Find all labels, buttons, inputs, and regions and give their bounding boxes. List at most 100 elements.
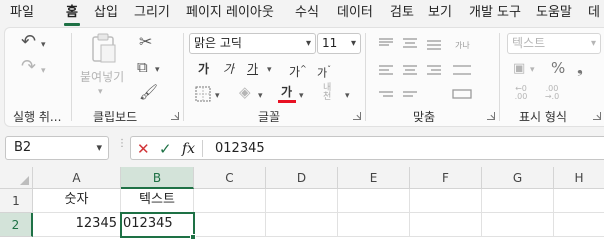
borders-icon[interactable]	[195, 86, 211, 102]
number-launcher-icon[interactable]	[593, 112, 601, 120]
decrease-font-glyph: 가	[317, 66, 328, 80]
cell-a1[interactable]: 숫자	[33, 189, 121, 213]
group-separator	[71, 33, 72, 121]
cell-b2[interactable]: 012345	[120, 212, 195, 238]
format-painter-icon[interactable]: 🖌	[139, 84, 158, 100]
copy-icon[interactable]: ⧉	[137, 59, 148, 75]
undo-dropdown-icon[interactable]: ▾	[41, 37, 46, 53]
borders-dropdown-icon[interactable]: ▾	[215, 88, 220, 104]
tab-developer[interactable]: 개발 도구	[469, 4, 521, 22]
cell-e1[interactable]	[338, 189, 410, 213]
redo-icon[interactable]: ↷	[21, 58, 36, 76]
name-box[interactable]: B2 ▾	[5, 136, 109, 160]
cell-a2[interactable]: 12345	[33, 213, 121, 237]
copy-dropdown-icon[interactable]: ▾	[155, 62, 160, 78]
column-header-f[interactable]: F	[410, 167, 482, 189]
cell-h1[interactable]	[554, 189, 604, 213]
phonetic-button[interactable]: 내천	[323, 84, 337, 102]
row-header-1[interactable]: 1	[0, 189, 33, 213]
cell-c1[interactable]	[194, 189, 266, 213]
number-format-select[interactable]: 텍스트 ▾	[507, 33, 601, 54]
column-header-e[interactable]: E	[338, 167, 410, 189]
group-label-font: 글꼴	[258, 110, 281, 124]
tab-overflow[interactable]: 데	[588, 4, 600, 22]
accounting-format-icon[interactable]: ▣	[513, 61, 525, 77]
tab-formulas[interactable]: 수식	[295, 4, 319, 22]
underline-dropdown-icon[interactable]: ▾	[267, 62, 272, 78]
column-header-d[interactable]: D	[266, 167, 338, 189]
font-name-value: 맑은 고딕	[194, 36, 242, 50]
cell-e2[interactable]	[338, 213, 410, 237]
cancel-icon[interactable]: ✕	[137, 140, 150, 158]
clipboard-launcher-icon[interactable]	[171, 112, 179, 120]
alignment-launcher-icon[interactable]	[487, 112, 495, 120]
font-name-select[interactable]: 맑은 고딕 ▾	[189, 33, 316, 54]
fill-color-dropdown-icon[interactable]: ▾	[258, 88, 263, 104]
tab-draw[interactable]: 그리기	[134, 4, 170, 22]
cut-icon[interactable]: ✂	[139, 34, 152, 50]
tab-file[interactable]: 파일	[10, 4, 34, 22]
cell-f2[interactable]	[410, 213, 482, 237]
cell-h2[interactable]	[554, 213, 604, 237]
select-all-corner[interactable]	[0, 167, 33, 189]
chevron-down-icon: ▾	[305, 38, 311, 49]
undo-icon[interactable]: ↶	[21, 33, 36, 51]
formula-bar-grip-icon[interactable]: ⋮	[117, 139, 127, 154]
chevron-down-icon: ▾	[350, 38, 356, 49]
cell-g1[interactable]	[482, 189, 554, 213]
cell-d1[interactable]	[266, 189, 338, 213]
increase-decimal-icon[interactable]: ←0.00	[512, 85, 530, 101]
cell-d2[interactable]	[266, 213, 338, 237]
tab-insert[interactable]: 삽입	[94, 4, 118, 22]
redo-dropdown-icon[interactable]: ▾	[41, 63, 46, 79]
underline-button[interactable]: 가	[247, 61, 258, 77]
enter-icon[interactable]: ✓	[159, 140, 172, 158]
column-header-c[interactable]: C	[194, 167, 266, 189]
font-color-swatch	[278, 100, 296, 103]
group-label-alignment: 맞춤	[413, 110, 436, 124]
column-header-h[interactable]: H	[554, 167, 604, 189]
row-header-2[interactable]: 2	[0, 213, 33, 237]
column-header-b[interactable]: B	[121, 167, 194, 189]
font-size-select[interactable]: 11 ▾	[317, 33, 361, 54]
chevron-down-icon: ▾	[590, 38, 596, 49]
svg-text:가나: 가나	[455, 41, 470, 50]
decrease-font-button[interactable]: 가ˇ	[317, 62, 331, 82]
italic-button[interactable]: 가	[223, 61, 234, 77]
phonetic-dropdown-icon[interactable]: ▾	[345, 88, 350, 104]
group-separator	[365, 33, 366, 121]
formula-input[interactable]: ✕ ✓ fx 012345	[130, 136, 604, 160]
accounting-dropdown-icon[interactable]: ▾	[530, 62, 535, 78]
fill-handle[interactable]	[190, 234, 196, 240]
ribbon-tabs: 파일 홈 삽입 그리기 페이지 레이아웃 수식 데이터 검토 보기 개발 도구 …	[0, 0, 604, 27]
column-header-g[interactable]: G	[482, 167, 554, 189]
tab-help[interactable]: 도움말	[536, 4, 572, 22]
decrease-decimal-icon[interactable]: .00 →.0	[543, 85, 561, 101]
font-launcher-icon[interactable]	[353, 112, 361, 120]
paste-button[interactable]: 붙여넣기	[80, 69, 124, 85]
fill-color-icon[interactable]: ◈	[239, 84, 251, 100]
cell-c2[interactable]	[194, 213, 266, 237]
tab-view[interactable]: 보기	[428, 4, 452, 22]
font-size-value: 11	[322, 36, 338, 50]
active-tab-indicator	[64, 23, 80, 26]
alignment-buttons: 가나	[377, 36, 477, 102]
tab-data[interactable]: 데이터	[337, 4, 373, 22]
percent-icon[interactable]: %	[551, 60, 565, 76]
cell-f1[interactable]	[410, 189, 482, 213]
paste-icon[interactable]	[89, 32, 119, 64]
cell-b1[interactable]: 텍스트	[121, 189, 194, 213]
tab-review[interactable]: 검토	[390, 4, 414, 22]
comma-style-icon[interactable]: ❟	[577, 60, 583, 76]
paste-dropdown-icon[interactable]: ▾	[98, 84, 103, 100]
tab-page-layout[interactable]: 페이지 레이아웃	[186, 4, 274, 22]
font-color-dropdown-icon[interactable]: ▾	[299, 88, 304, 104]
column-header-a[interactable]: A	[33, 167, 121, 189]
bold-button[interactable]: 가	[198, 61, 209, 77]
increase-font-button[interactable]: 가^	[289, 61, 307, 80]
font-color-button[interactable]: 가	[281, 84, 292, 100]
group-label-number: 표시 형식	[519, 110, 567, 124]
insert-function-icon[interactable]: fx	[182, 140, 195, 158]
tab-home[interactable]: 홈	[66, 4, 78, 22]
cell-g2[interactable]	[482, 213, 554, 237]
